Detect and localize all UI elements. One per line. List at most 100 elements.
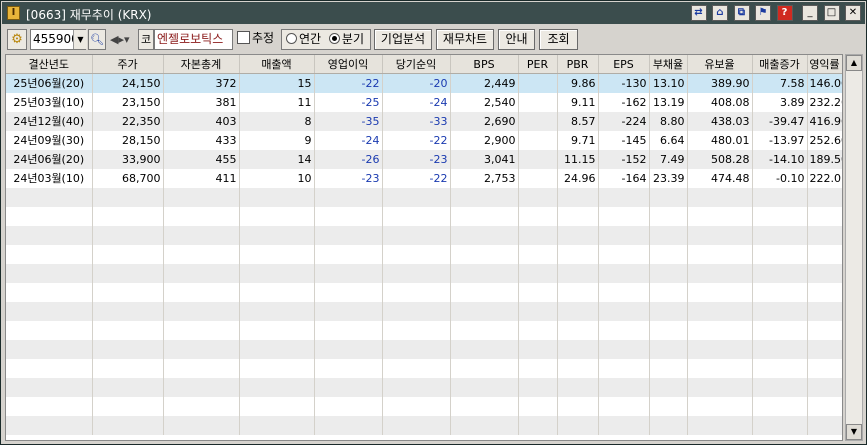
pin-icon[interactable]: ⚑ bbox=[755, 5, 771, 21]
column-header[interactable]: 영익률 bbox=[807, 55, 842, 74]
link-icon[interactable]: ⇄ bbox=[690, 5, 707, 21]
table-cell bbox=[450, 377, 519, 397]
table-row[interactable] bbox=[6, 282, 842, 302]
column-header[interactable]: 주가 bbox=[92, 55, 164, 74]
speaker-icon[interactable]: ◀▸▾ bbox=[109, 29, 137, 50]
minimize-icon[interactable]: _ bbox=[802, 5, 818, 21]
company-analysis-button[interactable]: 기업분석 bbox=[374, 29, 432, 50]
table-cell bbox=[598, 263, 650, 283]
table-cell: -130 bbox=[598, 73, 650, 93]
table-row[interactable] bbox=[6, 396, 842, 416]
table-cell: -162 bbox=[598, 92, 650, 112]
table-row[interactable]: 24년03월(10) 68,700 411 10 -23 -22 2,753 24.96 -16… bbox=[6, 168, 842, 188]
table-cell bbox=[649, 320, 688, 340]
table-cell bbox=[807, 187, 842, 207]
radio-annual[interactable] bbox=[286, 33, 297, 44]
table-cell bbox=[163, 206, 240, 226]
table-cell: -35 bbox=[314, 111, 383, 131]
lock-icon[interactable]: ⌂ bbox=[712, 5, 728, 21]
column-header[interactable]: 영업이익 bbox=[314, 55, 383, 74]
column-header[interactable]: 부채율 bbox=[649, 55, 688, 74]
table-cell bbox=[239, 358, 315, 378]
table-row[interactable] bbox=[6, 339, 842, 359]
table-cell bbox=[752, 263, 808, 283]
table-cell bbox=[518, 168, 558, 188]
table-cell bbox=[450, 225, 519, 245]
table-cell: -25 bbox=[314, 92, 383, 112]
column-header[interactable]: PBR bbox=[557, 55, 599, 74]
table-row[interactable] bbox=[6, 358, 842, 378]
table-cell bbox=[807, 377, 842, 397]
chevron-down-icon[interactable]: ▼ bbox=[73, 30, 87, 49]
column-header[interactable]: 당기순익 bbox=[382, 55, 451, 74]
table-cell: 9 bbox=[239, 130, 315, 150]
search-icon[interactable]: 🔍︎ bbox=[88, 29, 106, 50]
table-cell bbox=[752, 206, 808, 226]
table-cell bbox=[382, 396, 451, 416]
table-cell bbox=[163, 187, 240, 207]
table-cell bbox=[450, 244, 519, 264]
table-row[interactable]: 24년06월(20) 33,900 455 14 -26 -23 3,041 11.15 -15… bbox=[6, 149, 842, 169]
table-cell bbox=[557, 377, 599, 397]
radio-quarter[interactable] bbox=[328, 33, 340, 44]
table-cell: 416.96 bbox=[807, 111, 842, 131]
column-header[interactable]: 매출증가 bbox=[752, 55, 808, 74]
table-cell bbox=[92, 206, 164, 226]
table-cell bbox=[6, 187, 93, 207]
column-header[interactable]: 유보율 bbox=[687, 55, 753, 74]
table-row[interactable] bbox=[6, 206, 842, 226]
market-prefix[interactable]: 코 bbox=[138, 29, 154, 50]
table-row[interactable]: 24년09월(30) 28,150 433 9 -24 -22 2,900 9.71 -145 6… bbox=[6, 130, 842, 150]
table-cell bbox=[649, 415, 688, 435]
column-header[interactable]: 자본총계 bbox=[163, 55, 240, 74]
table-row[interactable] bbox=[6, 415, 842, 435]
table-row[interactable] bbox=[6, 225, 842, 245]
table-cell bbox=[518, 149, 558, 169]
copy-icon[interactable]: ⧉ bbox=[733, 5, 750, 21]
table-row[interactable]: 24년12월(40) 22,350 403 8 -35 -33 2,690 8.57 -224 8… bbox=[6, 111, 842, 131]
column-header[interactable]: EPS bbox=[598, 55, 650, 74]
scroll-down-icon[interactable]: ▼ bbox=[846, 424, 862, 440]
table-row[interactable]: 25년03월(10) 23,150 381 11 -25 -24 2,540 9.11 -162… bbox=[6, 92, 842, 112]
table-row[interactable] bbox=[6, 320, 842, 340]
table-cell: 15 bbox=[239, 73, 315, 93]
table-row[interactable] bbox=[6, 263, 842, 283]
table-row[interactable] bbox=[6, 244, 842, 264]
close-icon[interactable]: ✕ bbox=[845, 5, 861, 21]
table-row[interactable]: 25년06월(20) 24,150 372 15 -22 -20 2,449 9.86 -130… bbox=[6, 73, 842, 93]
scroll-up-icon[interactable]: ▲ bbox=[846, 55, 862, 71]
table-cell bbox=[598, 301, 650, 321]
help-icon[interactable]: ? bbox=[776, 5, 793, 21]
financial-chart-button[interactable]: 재무차트 bbox=[436, 29, 494, 50]
table-cell bbox=[163, 225, 240, 245]
table-cell bbox=[518, 415, 558, 435]
table-cell: -23 bbox=[382, 149, 451, 169]
table-cell bbox=[649, 396, 688, 416]
table-cell: 22,350 bbox=[92, 111, 164, 131]
column-header[interactable]: PER bbox=[518, 55, 558, 74]
table-cell bbox=[163, 301, 240, 321]
stock-name-field[interactable]: 엔젤로보틱스 bbox=[154, 29, 233, 50]
guide-button[interactable]: 안내 bbox=[498, 29, 535, 50]
table-cell: -164 bbox=[598, 168, 650, 188]
query-button[interactable]: 조회 bbox=[539, 29, 578, 50]
table-cell bbox=[6, 301, 93, 321]
window-title: [0663] 재무추이 (KRX) bbox=[26, 8, 152, 22]
column-header[interactable]: 결산년도 bbox=[6, 55, 93, 74]
table-cell bbox=[557, 415, 599, 435]
estimate-checkbox[interactable]: 추정 bbox=[237, 29, 281, 50]
column-header[interactable]: 매출액 bbox=[239, 55, 315, 74]
table-cell bbox=[239, 377, 315, 397]
table-row[interactable] bbox=[6, 377, 842, 397]
column-header[interactable]: BPS bbox=[450, 55, 519, 74]
settings-gear-icon[interactable]: ⚙ bbox=[7, 29, 27, 50]
maximize-icon[interactable]: □ bbox=[823, 5, 840, 21]
table-cell bbox=[598, 415, 650, 435]
table-cell bbox=[687, 206, 753, 226]
table-row[interactable] bbox=[6, 187, 842, 207]
table-row[interactable] bbox=[6, 301, 842, 321]
title-bar[interactable]: I [0663] 재무추이 (KRX) ⇄ ⌂ ⧉ ⚑ ? _ □ ✕ bbox=[2, 2, 865, 24]
table-cell bbox=[807, 225, 842, 245]
table-cell bbox=[752, 377, 808, 397]
vertical-scrollbar[interactable]: ▲ ▼ bbox=[845, 54, 863, 441]
